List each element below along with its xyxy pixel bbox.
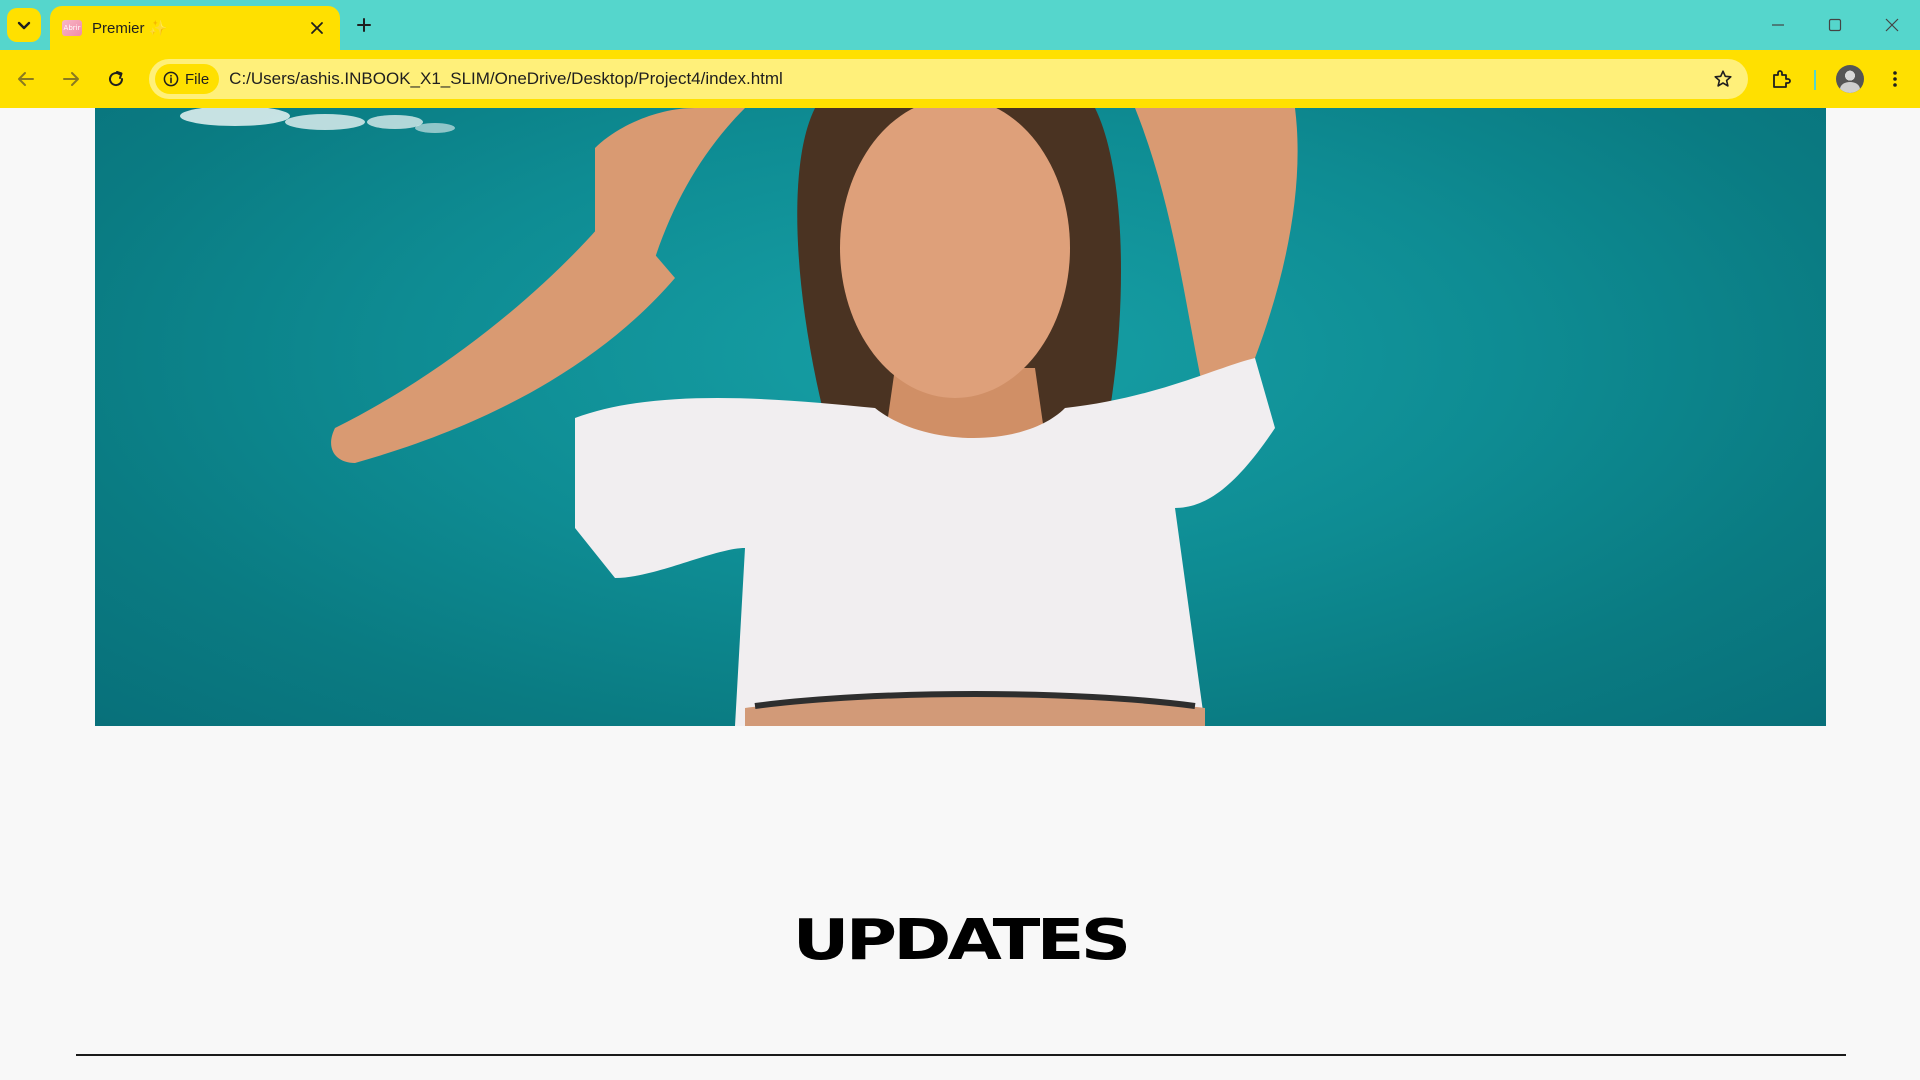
favicon-text: Abrir: [63, 24, 81, 32]
hero-photo-illustration: [180, 108, 1298, 726]
toolbar-separator: [1814, 70, 1816, 90]
page-viewport: UPDATES: [0, 108, 1920, 1080]
maximize-button[interactable]: [1806, 0, 1863, 50]
plus-icon: [357, 18, 371, 32]
menu-button[interactable]: [1878, 62, 1912, 96]
new-tab-button[interactable]: [350, 11, 378, 39]
close-icon: [1885, 18, 1898, 32]
puzzle-icon: [1773, 70, 1791, 88]
bookmark-button[interactable]: [1706, 62, 1740, 96]
tab-search-button[interactable]: [7, 8, 41, 42]
close-tab-button[interactable]: [306, 17, 328, 39]
tab-strip: Abrir Premier ✨: [0, 0, 1920, 50]
reload-icon: [109, 71, 124, 87]
minimize-icon: [1771, 24, 1784, 26]
hero-image: [95, 108, 1826, 726]
site-info-chip[interactable]: File: [155, 64, 220, 94]
info-icon: [163, 71, 179, 87]
reload-button[interactable]: [99, 62, 133, 96]
active-tab[interactable]: Abrir Premier ✨: [50, 6, 340, 50]
tab-title: Premier ✨: [92, 20, 168, 37]
avatar-icon[interactable]: [1836, 65, 1864, 93]
forward-button[interactable]: [54, 62, 88, 96]
extensions-button[interactable]: [1764, 62, 1798, 96]
minimize-button[interactable]: [1749, 0, 1806, 50]
updates-heading: UPDATES: [792, 908, 1131, 973]
star-icon: [1714, 70, 1732, 87]
back-button[interactable]: [9, 62, 43, 96]
url-text[interactable]: C:/Users/ashis.INBOOK_X1_SLIM/OneDrive/D…: [229, 69, 1706, 89]
chevron-down-icon: [17, 21, 31, 30]
close-icon: [311, 22, 323, 34]
kebab-icon: [1893, 71, 1897, 87]
maximize-icon: [1828, 18, 1841, 32]
browser-toolbar: File C:/Users/ashis.INBOOK_X1_SLIM/OneDr…: [0, 50, 1920, 108]
tab-favicon: Abrir: [62, 20, 82, 36]
section-divider: [76, 1054, 1846, 1056]
arrow-left-icon: [18, 72, 34, 86]
site-chip-label: File: [185, 70, 210, 88]
window-controls: [1749, 0, 1920, 50]
address-bar[interactable]: File C:/Users/ashis.INBOOK_X1_SLIM/OneDr…: [149, 59, 1748, 99]
close-window-button[interactable]: [1863, 0, 1920, 50]
arrow-right-icon: [63, 72, 79, 86]
